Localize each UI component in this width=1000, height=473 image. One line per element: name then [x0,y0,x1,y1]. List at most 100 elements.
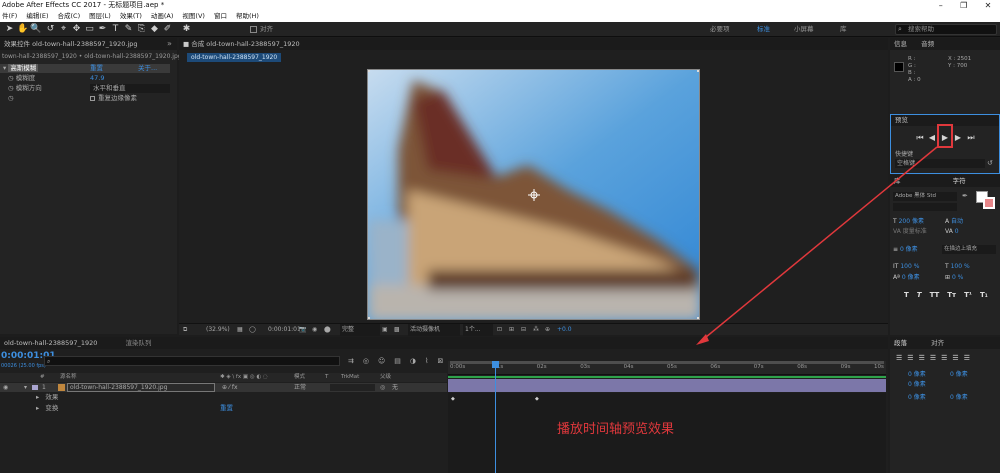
transparency-grid-icon[interactable]: ▩ [394,324,400,336]
grid-icon[interactable]: ▦ [237,324,243,336]
menu-item[interactable]: 效果(T) [120,11,142,22]
workspace-essentials[interactable]: 必要项 [710,24,730,35]
hand-tool-icon[interactable]: ✋ [17,24,28,35]
keyframe-icon[interactable]: ◆ [451,396,455,402]
show-snapshot-icon[interactable]: ◉ [312,324,317,336]
snapshot-icon[interactable]: 📷 [299,324,306,336]
tab-render-queue[interactable]: 渲染队列 [125,339,151,347]
menu-item[interactable]: 窗口 [214,11,227,22]
effect-reset-button[interactable]: 重置 [90,64,103,73]
tab-character[interactable]: 字符 [953,177,966,185]
composition-subtab[interactable]: old-town-hall-2388597_1920 [187,53,282,62]
exposure-value[interactable]: +0.0 [557,324,572,336]
subscript-button[interactable]: T₁ [980,291,988,299]
workspace-library[interactable]: 库 [840,24,847,35]
label-color[interactable] [32,385,38,390]
leading-value[interactable]: 自动 [951,218,963,225]
small-caps-button[interactable]: Tт [947,291,956,299]
tab-align[interactable]: 对齐 [931,339,944,347]
effect-header-row[interactable]: ▾ 高斯模糊 重置 关于... [0,64,170,73]
font-family-select[interactable]: Adobe 黑体 Std [893,192,957,201]
rotate-tool-icon[interactable]: ↺ [45,24,56,35]
tab-timeline[interactable]: old-town-hall-2388597_1920 [4,339,97,347]
roi-icon[interactable]: ▣ [382,324,388,336]
justify-right-icon[interactable]: ☰ [952,354,958,362]
justify-all-icon[interactable]: ☰ [964,354,970,362]
superscript-button[interactable]: T¹ [964,291,972,299]
all-caps-button[interactable]: TT [930,291,940,299]
space-before-value[interactable]: 0 像素 [908,393,926,403]
frame-blending-icon[interactable]: ▤ [394,357,401,365]
faux-italic-button[interactable]: T [917,291,922,299]
effect-controls-tab[interactable]: 效果控件 old-town-hall-2388597_1920.jpg [0,38,177,50]
zoom-select[interactable]: (32.9%) [206,324,230,336]
view-layout-select[interactable]: 1个... [463,324,493,336]
fast-preview-icon[interactable]: ⊞ [509,324,514,336]
eyedropper-icon[interactable]: ✒ [962,192,968,200]
tab-info[interactable]: 信息 [894,40,907,48]
timeline-icon[interactable]: ⊟ [521,324,526,336]
toggle-pixel-aspect-icon[interactable]: ⊡ [497,324,502,336]
rectangle-tool-icon[interactable]: ▭ [84,24,95,35]
trkmat-select[interactable] [330,384,375,391]
motion-blur-icon[interactable]: ◑ [410,357,416,365]
menu-item[interactable]: 编辑(E) [26,11,48,22]
baseline-value[interactable]: 0 像素 [902,274,920,281]
composition-viewer-image[interactable] [367,69,700,320]
blur-direction-select[interactable]: 水平和垂直 [90,84,170,93]
indent-left-value[interactable]: 0 像素 [908,370,926,380]
align-right-icon[interactable]: ☰ [919,354,925,362]
menu-item[interactable]: 动画(A) [151,11,174,22]
magnification-icon[interactable]: ⧉ [183,324,187,336]
next-frame-icon[interactable]: ▶ [953,133,963,143]
kerning-value[interactable]: 度量标准 [903,228,927,235]
justify-center-icon[interactable]: ☰ [941,354,947,362]
workspace-small-screen[interactable]: 小屏幕 [794,24,814,35]
restore-icon[interactable]: ❐ [960,0,967,11]
composition-tab[interactable]: ■ 合成 old-town-hall-2388597_1920 [179,38,888,50]
parent-select[interactable]: 无 [392,383,398,392]
eraser-tool-icon[interactable]: ◆ [149,24,160,35]
align-left-icon[interactable]: ☰ [896,354,902,362]
layer-mode-select[interactable]: 正常 [294,383,306,392]
menu-item[interactable]: 图层(L) [89,11,111,22]
playhead[interactable] [492,361,500,473]
transform-group-row[interactable]: ▸ 变换 重置 [36,404,236,413]
blurriness-value[interactable]: 47.9 [90,74,104,83]
graph-editor-icon[interactable]: ⌇ [425,357,428,365]
previous-frame-icon[interactable]: ◀ [927,133,937,143]
stroke-color-swatch[interactable] [983,197,995,209]
horizontal-scale-value[interactable]: 100 % [951,263,970,270]
menu-item[interactable]: 合成(C) [58,11,81,22]
puppet-pin-tool-icon[interactable]: ✱ [181,24,192,35]
pen-tool-icon[interactable]: ✒ [97,24,108,35]
expand-effects-icon[interactable]: ▸ [36,393,39,401]
align-center-icon[interactable]: ☰ [907,354,913,362]
tab-library[interactable]: 库 [894,177,901,185]
parent-pickwhip-icon[interactable]: ◎ [380,383,385,392]
font-size-value[interactable]: 200 像素 [899,218,924,225]
visibility-icon[interactable]: ◉ [3,383,8,392]
stopwatch-icon[interactable]: ◷ [8,94,14,102]
mask-icon[interactable]: ◯ [249,324,256,336]
reset-shortcut-icon[interactable]: ↺ [987,159,993,167]
first-frame-icon[interactable]: ⏮ [915,133,925,143]
expand-icon[interactable]: ⊠ [437,357,443,365]
justify-left-icon[interactable]: ☰ [930,354,936,362]
selection-tool-icon[interactable]: ➤ [4,24,15,35]
indent-first-value[interactable]: 0 像素 [908,380,926,390]
tab-paragraph[interactable]: 段落 [894,339,907,347]
expand-transform-icon[interactable]: ▸ [36,404,39,412]
font-style-select[interactable] [893,203,957,211]
clone-stamp-tool-icon[interactable]: ⎘ [136,24,147,35]
last-frame-icon[interactable]: ⏭ [966,133,976,143]
align-checkbox[interactable] [250,26,257,33]
zoom-tool-icon[interactable]: 🔍 [30,24,41,35]
tsume-value[interactable]: 0 % [952,274,963,281]
effects-group-row[interactable]: ▸ 效果 [36,393,58,402]
shy-icon[interactable]: ☺ [378,357,385,365]
type-tool-icon[interactable]: T [110,24,121,35]
draft-3d-icon[interactable]: ◎ [363,357,369,365]
camera-select[interactable]: 活动摄像机 [408,324,460,336]
comp-flowchart-icon[interactable]: ⇉ [348,357,354,365]
